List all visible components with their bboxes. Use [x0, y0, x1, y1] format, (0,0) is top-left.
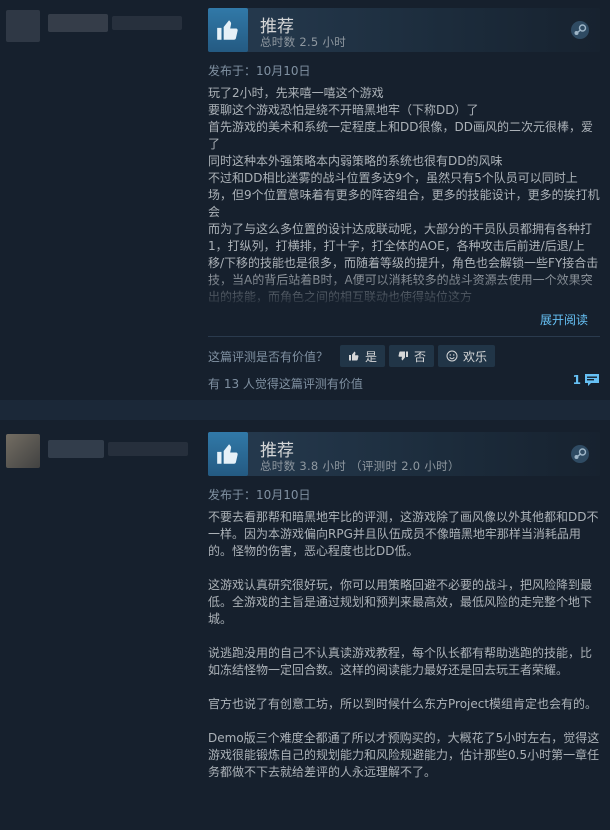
vote-yes-label: 是	[365, 349, 378, 364]
vote-no-button[interactable]: 否	[389, 345, 435, 367]
thumbs-up-icon	[208, 8, 248, 52]
vote-header: 推荐 总时数 2.5 小时	[208, 8, 600, 52]
reviewer-name-blurred[interactable]	[48, 440, 104, 458]
review-text: 不要去看那帮和暗黑地牢比的评测，这游戏除了画风像以外其他都和DD不一样。因为本游…	[208, 510, 600, 779]
smiley-icon	[446, 350, 458, 362]
review-text: 玩了2小时，先来嘻一嘻这个游戏 要聊这个游戏恐怕是绕不开暗黑地牢（下称DD）了 …	[208, 85, 600, 309]
vote-no-label: 否	[414, 349, 427, 364]
avatar[interactable]	[6, 10, 40, 42]
divider	[208, 336, 600, 337]
review-stats: 有 13 人觉得这篇评测有价值 1	[208, 373, 600, 395]
thumbs-down-icon	[398, 351, 409, 361]
posted-date: 发布于：10月10日	[208, 64, 311, 78]
vote-yes-button[interactable]: 是	[340, 345, 386, 367]
expand-review-link[interactable]: 展开阅读	[208, 311, 588, 328]
review-separator	[0, 400, 610, 420]
avatar[interactable]	[6, 434, 40, 468]
helpful-vote-row: 这篇评测是否有价值？ 是 否 欢乐	[208, 345, 600, 367]
reviewer-info-blurred[interactable]	[0, 8, 205, 48]
vote-funny-button[interactable]: 欢乐	[438, 345, 496, 367]
comment-count: 1	[572, 373, 581, 387]
steam-logo-icon	[570, 20, 590, 44]
posted-date: 发布于：10月10日	[208, 488, 311, 502]
playtime-hours: 总时数 3.8 小时 （评测时 2.0 小时）	[260, 459, 460, 473]
steam-logo-icon	[570, 444, 590, 468]
thumbs-up-icon	[208, 432, 248, 476]
vote-header: 推荐 总时数 3.8 小时 （评测时 2.0 小时）	[208, 432, 600, 476]
comments-link[interactable]: 1	[573, 373, 600, 387]
reviewer-info-blurred[interactable]	[0, 432, 205, 472]
helpful-count: 有 13 人觉得这篇评测有价值	[208, 377, 363, 391]
reviewer-name-blurred[interactable]	[48, 14, 108, 32]
review-card-1: 推荐 总时数 2.5 小时 发布于：10月10日 玩了2小时，先来嘻一嘻这个游戏…	[0, 0, 610, 400]
playtime-hours: 总时数 2.5 小时	[260, 35, 347, 49]
vote-funny-label: 欢乐	[463, 349, 488, 364]
review-card-2: 推荐 总时数 3.8 小时 （评测时 2.0 小时） 发布于：10月10日 不要…	[0, 420, 610, 830]
thumbs-up-icon	[349, 351, 359, 361]
comment-icon	[585, 374, 599, 386]
helpful-question: 这篇评测是否有价值？	[208, 349, 329, 364]
